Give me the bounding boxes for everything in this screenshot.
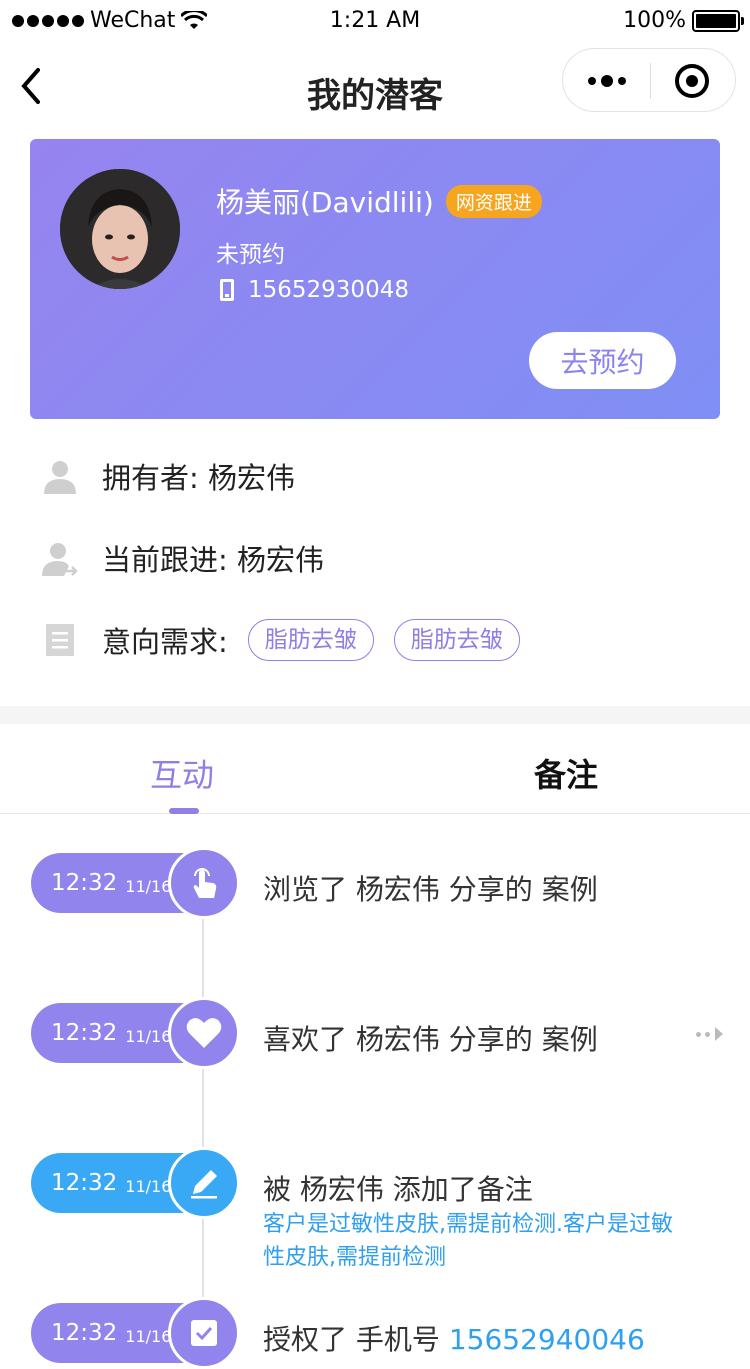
phone-row: 15652930048	[220, 277, 409, 303]
follower-row: 当前跟进: 杨宏伟	[42, 537, 324, 579]
owner-row: 拥有者: 杨宏伟	[42, 455, 295, 497]
timeline-date: 11/16	[125, 1326, 172, 1346]
timeline-icon-badge	[168, 997, 240, 1069]
tap-icon	[193, 868, 217, 898]
avatar	[60, 169, 180, 289]
timeline-phone[interactable]: 15652940046	[449, 1323, 645, 1356]
user-icon	[44, 461, 76, 494]
tab-bar: 互动 备注	[0, 724, 750, 814]
status-bar: WeChat 1:21 AM 100%	[0, 0, 750, 44]
capsule-divider	[650, 63, 651, 99]
pencil-icon	[191, 1170, 217, 1199]
phone-icon	[220, 279, 234, 301]
avatar-portrait	[60, 169, 180, 289]
user-transfer-icon	[42, 543, 78, 576]
timeline-time: 12:32	[51, 870, 118, 896]
document-icon	[46, 624, 74, 656]
need-label: 意向需求:	[102, 625, 228, 659]
timeline-icon-badge	[168, 1297, 240, 1369]
close-target-icon[interactable]	[675, 64, 709, 98]
mini-program-capsule	[562, 48, 736, 112]
follower-label: 当前跟进:	[102, 543, 228, 577]
tab-interaction[interactable]: 互动	[150, 750, 214, 796]
need-tag: 脂肪去皱	[393, 619, 520, 661]
timeline-time: 12:32	[51, 1020, 118, 1046]
owner-label: 拥有者:	[102, 461, 199, 495]
timeline-time: 12:32	[51, 1320, 118, 1346]
nav-bar: 我的潜客	[0, 44, 750, 132]
timeline-time: 12:32	[51, 1170, 118, 1196]
source-tag: 网资跟进	[445, 184, 542, 218]
timeline-text: 浏览了 杨宏伟 分享的 案例	[263, 873, 598, 906]
active-tab-indicator	[169, 808, 199, 814]
more-dots-icon[interactable]	[563, 49, 650, 113]
appointment-status: 未预约	[216, 242, 285, 268]
timeline-text: 授权了 手机号 15652940046	[263, 1318, 645, 1358]
customer-name: 杨美丽(Davidlili)	[216, 186, 434, 219]
need-row: 意向需求: 脂肪去皱 脂肪去皱	[42, 619, 520, 661]
heart-icon	[186, 1018, 222, 1048]
timeline-icon-badge	[168, 847, 240, 919]
timeline-date: 11/16	[125, 1026, 172, 1046]
need-tag: 脂肪去皱	[247, 619, 374, 661]
timeline-line	[202, 900, 204, 1334]
tab-notes[interactable]: 备注	[534, 750, 598, 796]
timeline-icon-badge	[168, 1147, 240, 1219]
book-appointment-button[interactable]: 去预约	[529, 332, 676, 389]
more-arrow-icon[interactable]	[696, 1026, 724, 1042]
name-row: 杨美丽(Davidlili) 网资跟进	[216, 181, 542, 221]
timeline-date: 11/16	[125, 876, 172, 896]
phone-number[interactable]: 15652930048	[248, 277, 409, 303]
battery-icon	[692, 9, 744, 32]
battery-percent: 100%	[623, 8, 686, 33]
timeline-auth-text: 授权了 手机号	[263, 1323, 440, 1356]
profile-card: 杨美丽(Davidlili) 网资跟进 未预约 15652930048 去预约	[30, 139, 720, 419]
timeline-text: 被 杨宏伟 添加了备注	[263, 1173, 533, 1206]
battery-group: 100%	[623, 8, 744, 33]
timeline-text: 喜欢了 杨宏伟 分享的 案例	[263, 1023, 598, 1056]
follower-value: 杨宏伟	[237, 543, 325, 577]
owner-value: 杨宏伟	[208, 461, 296, 495]
check-icon	[191, 1320, 217, 1346]
timeline-note: 客户是过敏性皮肤,需提前检测.客户是过敏性皮肤,需提前检测	[263, 1212, 673, 1270]
section-divider	[0, 706, 750, 724]
timeline-date: 11/16	[125, 1176, 172, 1196]
